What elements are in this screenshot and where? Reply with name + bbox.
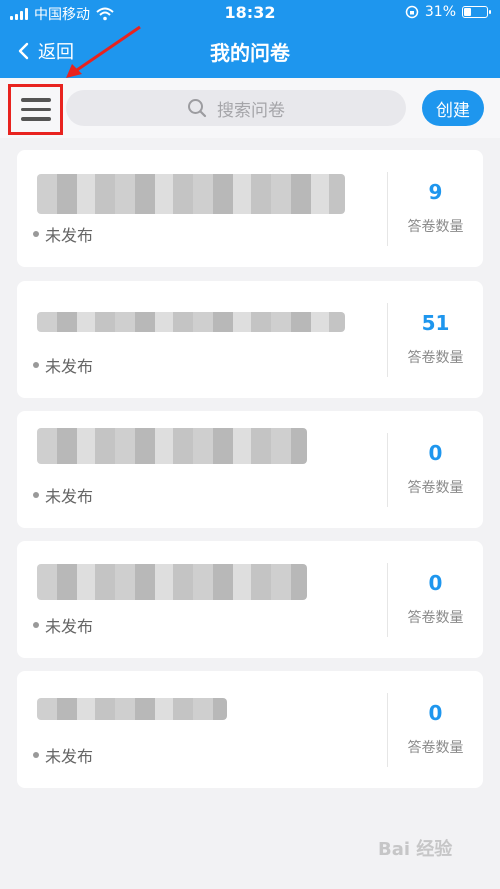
response-count-label: 答卷数量 [407,350,464,366]
redacted-title [37,698,227,720]
response-count: 51 [421,311,450,335]
survey-status: 未发布 [33,483,93,507]
status-dot [33,622,39,628]
survey-status: 未发布 [33,353,93,377]
survey-status: 未发布 [33,743,93,767]
survey-card[interactable]: 未发布 9 答卷数量 [17,150,483,267]
page-title: 我的问卷 [210,41,290,65]
status-bar: 中国移动 18:32 31% [0,0,500,28]
search-input[interactable]: 搜索问卷 [66,90,406,126]
response-count: 9 [428,180,443,204]
status-dot [33,231,39,237]
survey-card[interactable]: 未发布 51 答卷数量 [17,281,483,398]
search-icon [188,99,207,118]
search-placeholder: 搜索问卷 [217,100,285,121]
survey-status-label: 未发布 [45,226,94,245]
menu-icon-bar [20,117,51,121]
status-dot [33,752,39,758]
survey-card[interactable]: 未发布 0 答卷数量 [17,541,483,658]
redacted-title [37,564,307,600]
survey-card[interactable]: 未发布 0 答卷数量 [17,411,483,528]
create-button[interactable]: 创建 [422,90,484,126]
redacted-title [37,428,307,464]
response-count-label: 答卷数量 [407,610,464,626]
survey-status: 未发布 [33,222,93,246]
redacted-title [37,312,345,332]
redacted-title [37,174,345,214]
survey-status-label: 未发布 [45,747,94,766]
watermark: Bai 经验 [378,839,453,860]
orientation-lock-icon [405,5,419,19]
response-count: 0 [428,441,443,465]
menu-icon-bar [20,98,51,102]
response-count: 0 [428,571,443,595]
battery-percent: 31% [424,4,456,20]
survey-card[interactable]: 未发布 0 答卷数量 [17,671,483,788]
survey-status: 未发布 [33,613,93,637]
status-right: 31% [405,4,491,20]
battery-icon [462,6,491,18]
survey-status-label: 未发布 [45,617,94,636]
response-count-label: 答卷数量 [407,740,464,756]
response-count: 0 [428,701,443,725]
response-count-label: 答卷数量 [407,219,464,235]
menu-icon-bar [20,107,51,112]
survey-status-label: 未发布 [45,487,94,506]
status-dot [33,362,39,368]
top-bar: 中国移动 18:32 31% 返回 我的问卷 [0,0,500,78]
status-dot [33,492,39,498]
survey-status-label: 未发布 [45,357,94,376]
response-count-label: 答卷数量 [407,480,464,496]
menu-button[interactable] [8,84,63,135]
